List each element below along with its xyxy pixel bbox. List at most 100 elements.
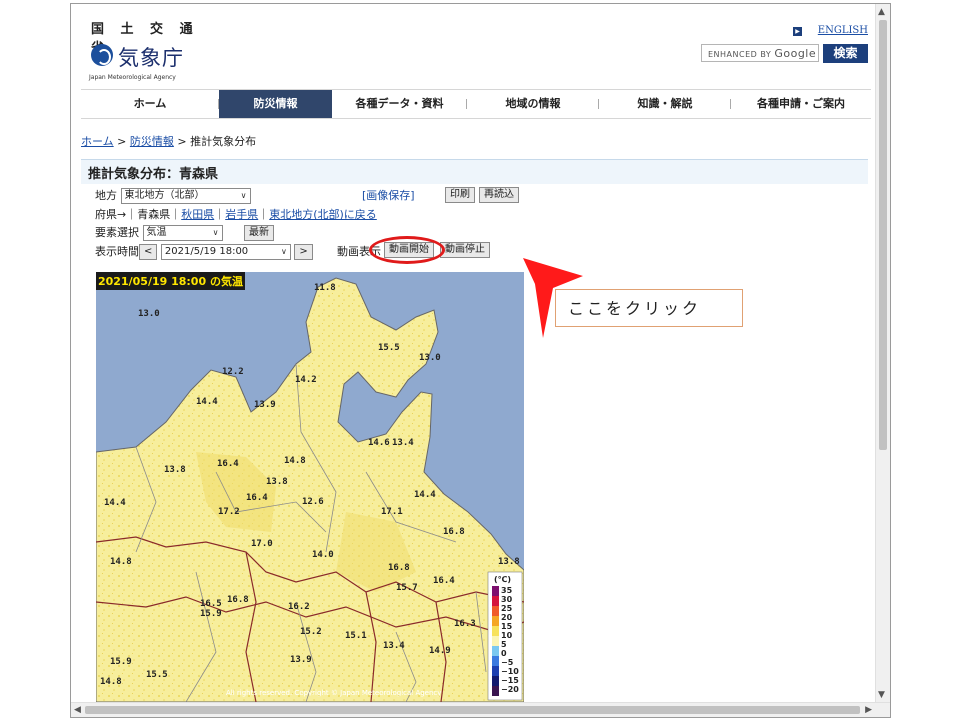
temp-label: 13.0 [419,353,441,363]
nav-applications[interactable]: 各種申請・ご案内 [731,90,871,118]
temp-label: 14.8 [110,557,132,567]
arrow-right-icon: ▶ [793,27,802,36]
prefecture-iwate-link[interactable]: 岩手県 [225,208,258,221]
temp-label: 16.5 [200,599,222,609]
prefecture-sep: ｜ [214,208,226,221]
temp-label: 16.4 [433,576,455,586]
chevron-down-icon: ∨ [212,228,219,237]
horizontal-scrollbar[interactable]: ◀ ▶ [71,702,890,717]
temp-label: 15.5 [378,343,400,353]
scroll-left-icon[interactable]: ◀ [74,704,81,716]
temp-label: 14.8 [284,456,306,466]
chevron-down-icon: ∨ [240,191,247,200]
region-value: 東北地方（北部） [124,190,205,201]
vertical-scroll-thumb[interactable] [879,20,887,450]
temp-label: 14.9 [429,646,451,656]
prefecture-row: 府県→｜青森県｜秋田県｜岩手県｜東北地方(北部)に戻る [95,206,377,222]
legend-value: 25 [501,604,513,613]
latest-button[interactable]: 最新 [244,225,274,241]
breadcrumb-disaster[interactable]: 防災情報 [130,135,174,148]
nav-knowledge[interactable]: 知識・解説 [599,90,731,118]
search-prefix: ENHANCED BY [708,50,772,59]
temp-label: 15.1 [345,631,367,641]
time-prev-button[interactable]: < [139,244,158,260]
jma-english-name: Japan Meteorological Agency [89,74,176,81]
english-link[interactable]: ENGLISH [818,25,868,36]
temp-label: 16.8 [388,563,410,573]
element-row: 要素選択 気温 ∨ 最新 [95,224,274,241]
scroll-right-icon[interactable]: ▶ [865,704,872,716]
callout-box: ここをクリック [555,289,743,327]
temp-label: 14.4 [104,498,126,508]
search-input[interactable]: ENHANCED BY Google [701,44,819,62]
temp-label: 15.2 [300,627,322,637]
legend-value: 20 [501,613,513,622]
temp-label: 17.1 [381,507,403,517]
legend-value: 10 [501,631,513,640]
page-title: 推計気象分布：青森県 [88,167,219,182]
temp-label: 16.4 [246,493,268,503]
prefecture-akita-link[interactable]: 秋田県 [181,208,214,221]
temp-label: 11.8 [314,283,336,293]
temp-label: 14.0 [312,550,334,560]
print-button[interactable]: 印刷 [445,187,475,203]
time-row: 表示時間 < 2021/5/19 18:00 ∨ > [95,243,313,260]
search-button[interactable]: 検索 [823,44,868,63]
temp-label: 13.9 [254,400,276,410]
breadcrumb-home[interactable]: ホーム [81,135,114,148]
prefecture-current: 青森県 [137,208,171,221]
temperature-map: 2021/05/19 18:00 の気温 11.8 13.0 15.5 13.0… [95,272,525,703]
prefecture-sep: ｜ [170,208,182,221]
element-select[interactable]: 気温 ∨ [142,225,223,241]
legend-value: 5 [501,640,507,649]
copyright-text: All rights reserved. Copyright © Japan M… [226,689,442,697]
temp-label: 14.6 [368,438,390,448]
nav-home[interactable]: ホーム [81,90,219,118]
animation-stop-button[interactable]: 動画停止 [440,242,490,258]
map-svg: 11.8 13.0 15.5 13.0 12.2 14.2 14.4 13.9 … [95,272,525,703]
element-label: 要素選択 [95,226,139,239]
nav-data[interactable]: 各種データ・資料 [332,90,467,118]
region-row: 地方 東北地方（北部） ∨ [95,187,251,204]
legend-value: −20 [501,685,519,694]
reload-button[interactable]: 再読込 [479,187,519,203]
nav-regional[interactable]: 地域の情報 [467,90,599,118]
temp-label: 16.8 [227,595,249,605]
chevron-down-icon: ∨ [281,247,287,256]
scroll-down-icon[interactable]: ▼ [878,689,885,701]
breadcrumb-current: 推計気象分布 [190,135,257,148]
temp-label: 12.2 [222,367,244,377]
prefecture-prefix: 府県→｜ [95,208,138,221]
temp-label: 16.8 [443,527,465,537]
legend-unit: (℃) [494,575,511,584]
jma-name: 気象庁 [118,46,184,70]
highlight-ring [369,236,445,264]
temp-label: 14.8 [100,677,122,687]
legend-value: 35 [501,586,513,595]
google-brand: Google [774,47,817,60]
temp-label: 17.2 [218,507,240,517]
vertical-scrollbar[interactable]: ▲ ▼ [875,4,890,703]
temp-label: 12.6 [302,497,324,507]
temp-label: 16.4 [217,459,239,469]
temp-label: 13.8 [498,557,520,567]
region-back-link[interactable]: 東北地方(北部)に戻る [269,208,377,221]
temp-label: 13.4 [383,641,405,651]
scroll-up-icon[interactable]: ▲ [878,6,885,18]
temp-label: 13.4 [392,438,414,448]
temp-label: 16.2 [288,602,310,612]
jma-logo[interactable]: 国 土 交 通 省 気象庁 Japan Meteorological Agenc… [81,14,211,81]
horizontal-scroll-thumb[interactable] [85,706,860,714]
time-next-button[interactable]: > [294,244,313,260]
element-value: 気温 [146,227,167,238]
nav-disaster-info[interactable]: 防災情報 [219,90,332,118]
temp-label: 15.7 [396,583,418,593]
save-image-link[interactable]: [画像保存] [362,187,415,203]
jma-emblem-icon [91,44,113,66]
temp-label: 16.3 [454,619,476,629]
browser-window: 国 土 交 通 省 気象庁 Japan Meteorological Agenc… [70,3,891,718]
breadcrumb: ホーム > 防災情報 > 推計気象分布 [81,133,256,149]
region-select[interactable]: 東北地方（北部） ∨ [120,188,251,204]
legend-value: 15 [501,622,513,631]
time-select[interactable]: 2021/5/19 18:00 ∨ [160,244,291,260]
